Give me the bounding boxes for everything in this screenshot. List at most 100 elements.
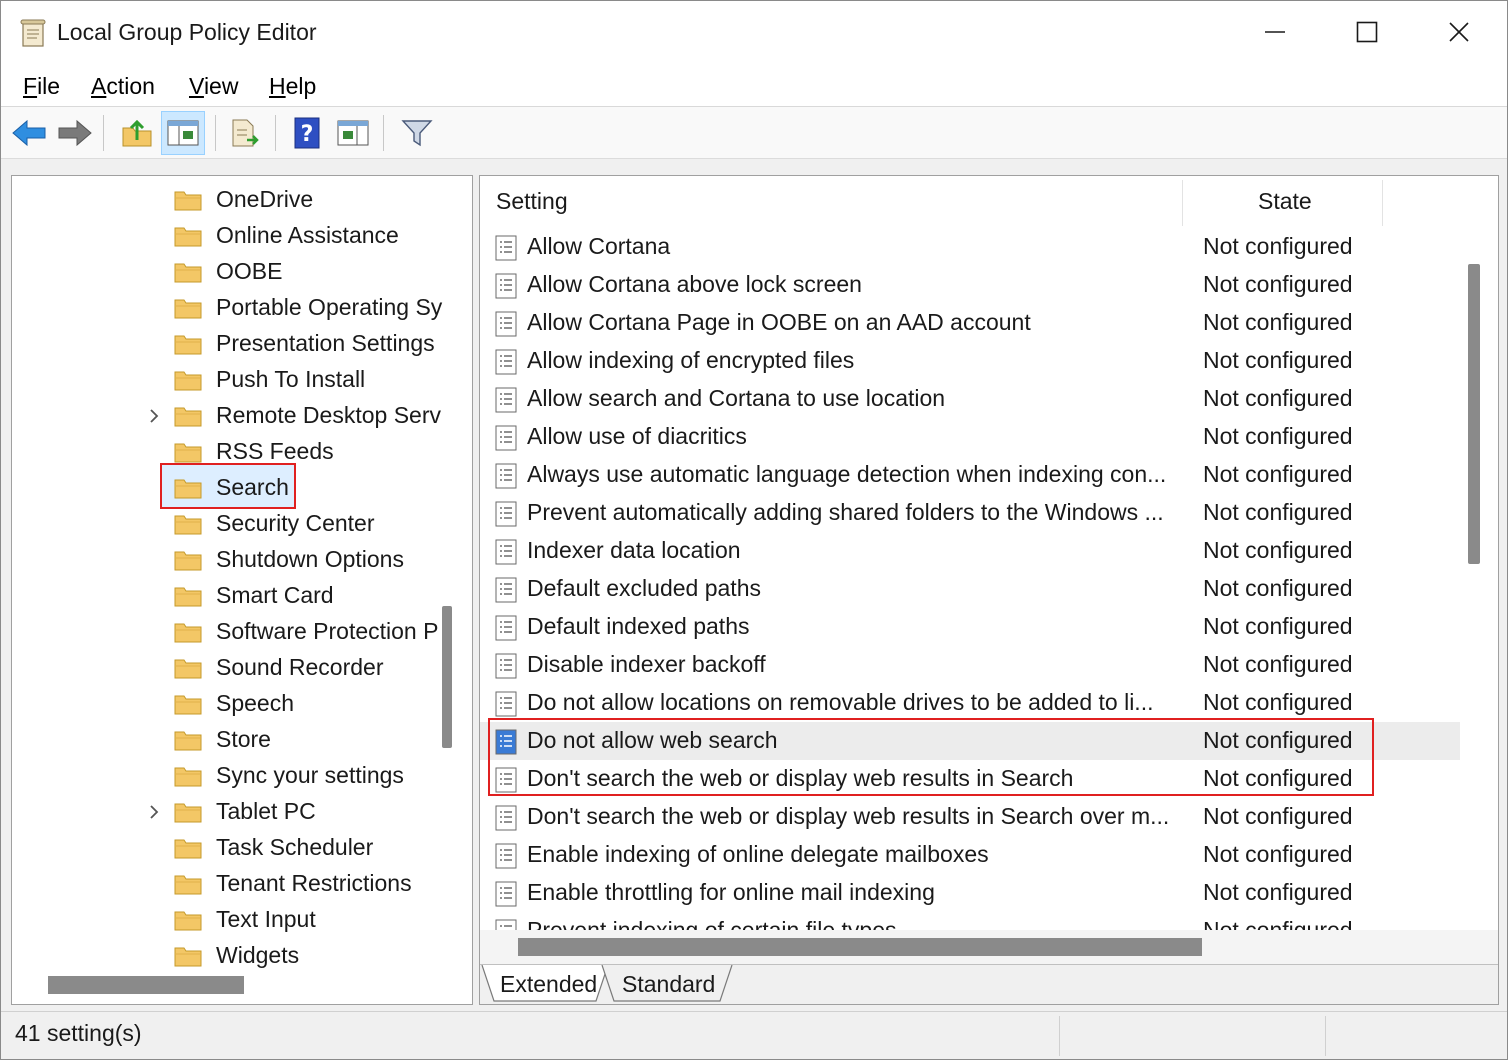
tree-node[interactable]: Sound Recorder xyxy=(12,650,442,686)
menu-help-label: elp xyxy=(285,73,317,99)
tree-node[interactable]: Portable Operating Sy xyxy=(12,290,442,326)
menu-view[interactable]: View xyxy=(189,73,238,100)
tree-node[interactable]: Software Protection P xyxy=(12,614,442,650)
table-row[interactable]: Disable indexer backoff Not configured xyxy=(480,646,1460,684)
policy-setting-icon xyxy=(495,539,517,565)
setting-state: Not configured xyxy=(1203,803,1353,829)
tree-node[interactable]: Text Input xyxy=(12,902,442,938)
close-button[interactable] xyxy=(1413,1,1505,63)
policy-setting-icon xyxy=(495,273,517,299)
table-row[interactable]: Prevent automatically adding shared fold… xyxy=(480,494,1460,532)
tree-horizontal-scrollbar-thumb[interactable] xyxy=(48,976,244,994)
setting-name: Enable throttling for online mail indexi… xyxy=(527,879,935,905)
table-row[interactable]: Allow Cortana Not configured xyxy=(480,228,1460,266)
folder-icon xyxy=(174,479,202,499)
column-separator[interactable] xyxy=(1182,180,1183,226)
view-tabs: Extended Standard xyxy=(480,964,1498,1004)
tree-node[interactable]: OneDrive xyxy=(12,182,442,218)
chevron-right-icon[interactable] xyxy=(145,407,163,425)
tab-extended[interactable]: Extended xyxy=(500,971,597,998)
filter-button[interactable] xyxy=(395,111,439,155)
table-row[interactable]: Allow Cortana Page in OOBE on an AAD acc… xyxy=(480,304,1460,342)
folder-icon xyxy=(174,587,202,607)
show-hide-console-tree-button[interactable] xyxy=(161,111,205,155)
settings-list-pane: Setting State Allow Cortana Not configure… xyxy=(479,175,1499,1005)
chevron-right-icon[interactable] xyxy=(145,803,163,821)
tree-vertical-scrollbar-thumb[interactable] xyxy=(442,606,452,748)
policy-setting-icon xyxy=(495,463,517,489)
policy-setting-icon xyxy=(495,805,517,831)
forward-button[interactable] xyxy=(53,111,97,155)
policy-setting-icon xyxy=(495,577,517,603)
tree-node[interactable]: Tablet PC xyxy=(12,794,442,830)
tree-node[interactable]: Push To Install xyxy=(12,362,442,398)
table-row[interactable]: Don't search the web or display web resu… xyxy=(480,798,1460,836)
policy-setting-icon xyxy=(495,349,517,375)
table-row[interactable]: Enable indexing of online delegate mailb… xyxy=(480,836,1460,874)
setting-state: Not configured xyxy=(1203,423,1353,449)
table-row[interactable]: Enable throttling for online mail indexi… xyxy=(480,874,1460,912)
export-list-icon xyxy=(232,119,259,147)
tree-node[interactable]: Widgets xyxy=(12,938,442,974)
tree-node[interactable]: Search xyxy=(12,470,442,506)
table-row[interactable]: Allow search and Cortana to use location… xyxy=(480,380,1460,418)
policy-setting-icon xyxy=(495,425,517,451)
up-one-level-button[interactable] xyxy=(115,111,159,155)
console-tree-pane: OneDrive Online Assistance OOBE Portable Op… xyxy=(11,175,473,1005)
setting-name: Allow use of diacritics xyxy=(527,423,747,449)
toolbar-separator xyxy=(103,115,104,151)
setting-state: Not configured xyxy=(1203,461,1353,487)
table-row[interactable]: Indexer data location Not configured xyxy=(480,532,1460,570)
back-button[interactable] xyxy=(7,111,51,155)
table-row[interactable]: Default excluded paths Not configured xyxy=(480,570,1460,608)
table-row[interactable]: Always use automatic language detection … xyxy=(480,456,1460,494)
table-row[interactable]: Default indexed paths Not configured xyxy=(480,608,1460,646)
tree-node[interactable]: Task Scheduler xyxy=(12,830,442,866)
tree-node[interactable]: Tenant Restrictions xyxy=(12,866,442,902)
tree-node-label: Shutdown Options xyxy=(216,546,404,572)
tree-node[interactable]: Online Assistance xyxy=(12,218,442,254)
folder-icon xyxy=(174,515,202,535)
tree-node[interactable]: OOBE xyxy=(12,254,442,290)
minimize-button[interactable] xyxy=(1229,1,1321,63)
tree-node-label: Tenant Restrictions xyxy=(216,870,412,896)
tree-node[interactable]: Security Center xyxy=(12,506,442,542)
column-separator[interactable] xyxy=(1382,180,1383,226)
tree-node[interactable]: RSS Feeds xyxy=(12,434,442,470)
folder-icon xyxy=(174,299,202,319)
tree-node[interactable]: Sync your settings xyxy=(12,758,442,794)
tree-node-label: Online Assistance xyxy=(216,222,399,248)
menu-action[interactable]: Action xyxy=(91,73,155,100)
folder-icon xyxy=(174,767,202,787)
app-window: Local Group Policy Editor File Action Vi… xyxy=(0,0,1508,1060)
policy-setting-icon xyxy=(495,881,517,907)
setting-state: Not configured xyxy=(1203,309,1353,335)
tab-standard[interactable]: Standard xyxy=(622,971,715,998)
policy-setting-icon xyxy=(495,387,517,413)
tree-node[interactable]: Presentation Settings xyxy=(12,326,442,362)
export-list-button[interactable] xyxy=(223,111,267,155)
maximize-button[interactable] xyxy=(1321,1,1413,63)
tree-node[interactable]: Remote Desktop Serv xyxy=(12,398,442,434)
tree-node[interactable]: Speech xyxy=(12,686,442,722)
list-horizontal-scrollbar-thumb[interactable] xyxy=(518,938,1202,956)
column-header-setting[interactable]: Setting xyxy=(496,188,568,215)
tree-node[interactable]: Smart Card xyxy=(12,578,442,614)
folder-up-icon xyxy=(122,119,152,147)
menu-help[interactable]: Help xyxy=(269,73,316,100)
tree-node[interactable]: Shutdown Options xyxy=(12,542,442,578)
menu-file[interactable]: File xyxy=(23,73,60,100)
show-hide-action-pane-button[interactable] xyxy=(331,111,375,155)
menu-view-label: iew xyxy=(203,73,239,99)
setting-state: Not configured xyxy=(1203,499,1353,525)
list-vertical-scrollbar-thumb[interactable] xyxy=(1468,264,1480,564)
help-button[interactable]: ? xyxy=(285,111,329,155)
column-header-state[interactable]: State xyxy=(1258,188,1312,215)
table-row[interactable]: Allow Cortana above lock screen Not confi… xyxy=(480,266,1460,304)
table-row[interactable]: Allow use of diacritics Not configured xyxy=(480,418,1460,456)
folder-icon xyxy=(174,839,202,859)
menu-file-label: ile xyxy=(37,73,61,99)
table-row[interactable]: Allow indexing of encrypted files Not con… xyxy=(480,342,1460,380)
tree-node[interactable]: Store xyxy=(12,722,442,758)
table-row[interactable]: Do not allow locations on removable driv… xyxy=(480,684,1460,722)
